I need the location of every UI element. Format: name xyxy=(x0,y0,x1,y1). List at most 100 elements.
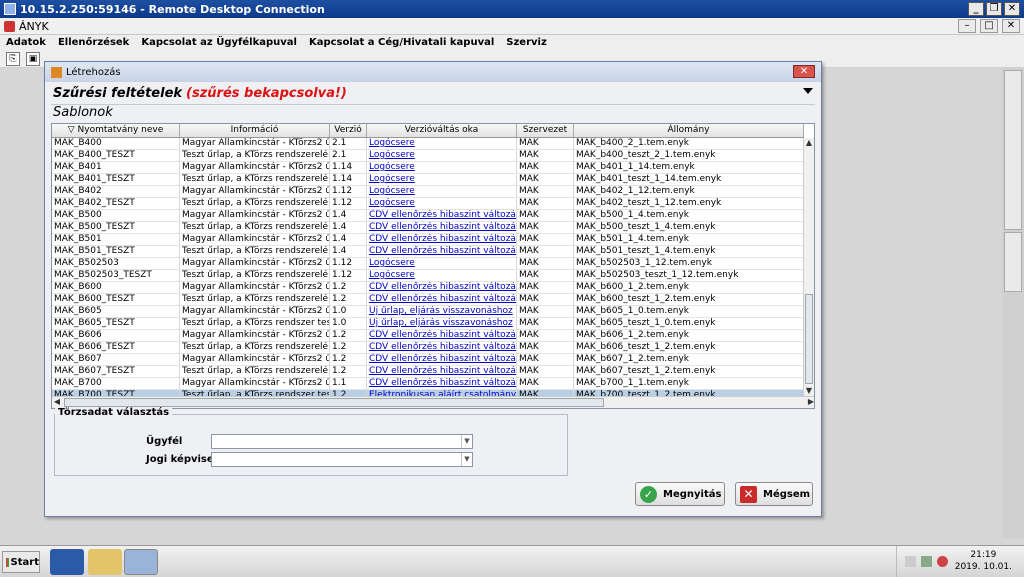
scroll-right-icon[interactable]: ▶ xyxy=(806,397,814,407)
dialog-close-icon[interactable]: ✕ xyxy=(793,65,815,78)
menu-adatok[interactable]: Adatok xyxy=(6,37,46,48)
expand-arrow-icon[interactable] xyxy=(803,88,813,94)
version-reason-link[interactable]: Logócsere xyxy=(367,186,517,197)
table-cell: MAK_B502503 xyxy=(52,258,180,269)
save-icon[interactable]: ▣ xyxy=(26,51,40,66)
scroll-up-icon[interactable]: ▲ xyxy=(804,138,814,148)
scroll-thumb[interactable] xyxy=(64,398,604,407)
menu-szerviz[interactable]: Szerviz xyxy=(506,37,547,48)
flag-icon[interactable] xyxy=(905,556,916,567)
table-cell: MAK xyxy=(517,318,574,329)
remote-desktop-icon[interactable] xyxy=(124,549,158,575)
version-reason-link[interactable]: CDV ellenőrzés hibaszint változása xyxy=(367,222,517,233)
scroll-down-icon[interactable]: ▼ xyxy=(804,386,814,396)
chevron-down-icon[interactable]: ▼ xyxy=(461,435,472,448)
version-reason-link[interactable]: CDV ellenőrzés hibaszint változása xyxy=(367,210,517,221)
table-cell: MAK_B501_TESZT xyxy=(52,246,180,257)
table-row[interactable]: MAK_B605 Magyar Államkincstár - KTörzs2 ű… xyxy=(52,306,804,318)
table-row[interactable]: MAK_B502503_TESZT Teszt űrlap, a KTörzs r… xyxy=(52,270,804,282)
table-cell: 1.14 xyxy=(330,162,367,173)
start-button[interactable]: Start xyxy=(2,551,40,573)
version-reason-link[interactable]: Logócsere xyxy=(367,138,517,149)
version-reason-link[interactable]: Logócsere xyxy=(367,174,517,185)
restore-icon[interactable]: ❐ xyxy=(986,2,1002,16)
version-reason-link[interactable]: Logócsere xyxy=(367,270,517,281)
table-row[interactable]: MAK_B500_TESZT Teszt űrlap, a KTörzs rend… xyxy=(52,222,804,234)
right-panel-tab[interactable] xyxy=(1004,70,1022,230)
app-close-icon[interactable]: ✕ xyxy=(1002,19,1020,33)
dialog-icon xyxy=(51,66,62,78)
table-cell: Magyar Államkincstár - KTörzs2 űrl... xyxy=(182,234,330,245)
version-reason-link[interactable]: CDV ellenőrzés hibaszint változása xyxy=(367,282,517,293)
clock[interactable]: 21:19 2019. 10.01. xyxy=(955,549,1012,573)
file-explorer-icon[interactable] xyxy=(88,549,122,575)
cancel-button[interactable]: ✕ Mégsem xyxy=(735,482,813,506)
version-reason-link[interactable]: CDV ellenőrzés hibaszint változása xyxy=(367,354,517,365)
filter-header[interactable]: Szűrési feltételek (szűrés bekapcsolva!) xyxy=(51,84,815,102)
version-reason-link[interactable]: Új űrlap, eljárás visszavonáshoz xyxy=(367,318,517,329)
table-row[interactable]: MAK_B606 Magyar Államkincstár - KTörzs2 ű… xyxy=(52,330,804,342)
table-cell: MAK xyxy=(517,366,574,377)
menu-ugyfelkapu[interactable]: Kapcsolat az Ügyfélkapuval xyxy=(141,37,297,48)
app-maximize-icon[interactable]: □ xyxy=(980,19,998,33)
open-button[interactable]: ✓ Megnyitás xyxy=(635,482,725,506)
table-row[interactable]: MAK_B607 Magyar Államkincstár - KTörzs2 ű… xyxy=(52,354,804,366)
volume-muted-icon[interactable] xyxy=(937,556,948,567)
vertical-scrollbar[interactable]: ▲ ▼ xyxy=(803,138,814,396)
minimize-icon[interactable]: _ xyxy=(968,2,984,16)
version-reason-link[interactable]: CDV ellenőrzés hibaszint változása xyxy=(367,234,517,245)
table-row[interactable]: MAK_B400 Magyar Államkincstár - KTörzs2 ű… xyxy=(52,138,804,150)
version-reason-link[interactable]: Logócsere xyxy=(367,198,517,209)
scroll-left-icon[interactable]: ◀ xyxy=(52,397,62,407)
table-row[interactable]: MAK_B600 Magyar Államkincstár - KTörzs2 ű… xyxy=(52,282,804,294)
column-header[interactable]: Információ xyxy=(180,124,330,137)
version-reason-link[interactable]: Logócsere xyxy=(367,258,517,269)
table-row[interactable]: MAK_B607_TESZT Teszt űrlap, a KTörzs rend… xyxy=(52,366,804,378)
table-row[interactable]: MAK_B402 Magyar Államkincstár - KTörzs2 ű… xyxy=(52,186,804,198)
table-row[interactable]: MAK_B600_TESZT Teszt űrlap, a KTörzs rend… xyxy=(52,294,804,306)
column-header[interactable]: ▽ Nyomtatvány neve xyxy=(52,124,180,137)
column-header[interactable]: Állomány xyxy=(574,124,804,137)
network-icon[interactable] xyxy=(921,556,932,567)
app-minimize-icon[interactable]: – xyxy=(958,19,976,33)
table-row[interactable]: MAK_B605_TESZT Teszt űrlap, a KTörzs rend… xyxy=(52,318,804,330)
copy-icon[interactable]: ⎘ xyxy=(6,51,20,66)
version-reason-link[interactable]: CDV ellenőrzés hibaszint változása xyxy=(367,246,517,257)
close-icon[interactable]: ✕ xyxy=(1004,2,1020,16)
menu-ceg-hivatali-kapu[interactable]: Kapcsolat a Cég/Hivatali kapuval xyxy=(309,37,494,48)
version-reason-link[interactable]: CDV ellenőrzés hibaszint változása xyxy=(367,366,517,377)
table-row[interactable]: MAK_B402_TESZT Teszt űrlap, a KTörzs rend… xyxy=(52,198,804,210)
powershell-icon[interactable] xyxy=(50,549,84,575)
legal-rep-combo[interactable]: ▼ xyxy=(211,452,473,467)
table-row[interactable]: MAK_B606_TESZT Teszt űrlap, a KTörzs rend… xyxy=(52,342,804,354)
scroll-thumb[interactable] xyxy=(805,294,813,384)
table-cell: Magyar Államkincstár - KTörzs2 űrl... xyxy=(182,258,330,269)
table-cell: MAK xyxy=(517,342,574,353)
right-panel-tab[interactable] xyxy=(1004,232,1022,292)
table-row[interactable]: MAK_B700 Magyar Államkincstár - KTörzs2 ű… xyxy=(52,378,804,390)
version-reason-link[interactable]: Logócsere xyxy=(367,150,517,161)
table-cell: MAK_b606_1_2.tem.enyk xyxy=(574,330,804,341)
version-reason-link[interactable]: CDV ellenőrzés hibaszint változása xyxy=(367,378,517,389)
table-row[interactable]: MAK_B502503 Magyar Államkincstár - KTörzs… xyxy=(52,258,804,270)
table-row[interactable]: MAK_B501_TESZT Teszt űrlap, a KTörzs rend… xyxy=(52,246,804,258)
table-cell: Magyar Államkincstár - KTörzs2 űrl... xyxy=(182,378,330,389)
chevron-down-icon[interactable]: ▼ xyxy=(461,453,472,466)
version-reason-link[interactable]: Logócsere xyxy=(367,162,517,173)
menu-ellenorzesek[interactable]: Ellenőrzések xyxy=(58,37,129,48)
column-header[interactable]: Verzióváltás oka xyxy=(367,124,517,137)
table-row[interactable]: MAK_B501 Magyar Államkincstár - KTörzs2 ű… xyxy=(52,234,804,246)
column-header[interactable]: Szervezet xyxy=(517,124,574,137)
table-cell: MAK_B600 xyxy=(52,282,180,293)
version-reason-link[interactable]: Új űrlap, eljárás visszavonáshoz xyxy=(367,306,517,317)
table-row[interactable]: MAK_B401_TESZT Teszt űrlap, a KTörzs rend… xyxy=(52,174,804,186)
column-header[interactable]: Verzió xyxy=(330,124,367,137)
client-combo[interactable]: ▼ xyxy=(211,434,473,449)
version-reason-link[interactable]: CDV ellenőrzés hibaszint változása xyxy=(367,330,517,341)
version-reason-link[interactable]: CDV ellenőrzés hibaszint változása xyxy=(367,294,517,305)
table-row[interactable]: MAK_B401 Magyar Államkincstár - KTörzs2 ű… xyxy=(52,162,804,174)
table-row[interactable]: MAK_B500 Magyar Államkincstár - KTörzs2 ű… xyxy=(52,210,804,222)
table-cell: MAK xyxy=(517,258,574,269)
table-row[interactable]: MAK_B400_TESZT Teszt űrlap, a KTörzs rend… xyxy=(52,150,804,162)
version-reason-link[interactable]: CDV ellenőrzés hibaszint változása xyxy=(367,342,517,353)
